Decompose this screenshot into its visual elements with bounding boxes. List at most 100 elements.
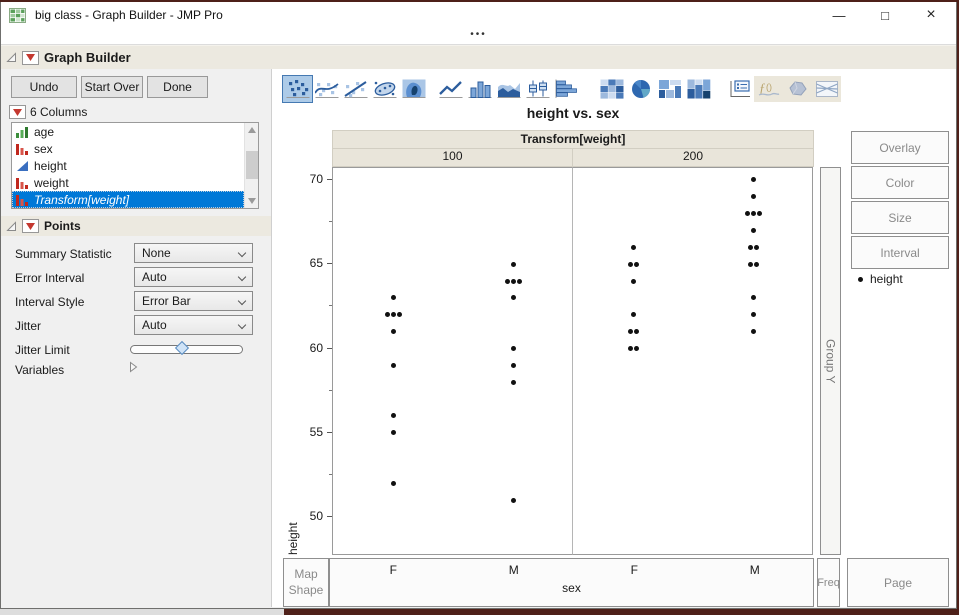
disclosure-triangle-icon[interactable] xyxy=(6,52,17,63)
data-point[interactable] xyxy=(627,261,633,267)
data-point[interactable] xyxy=(627,346,633,351)
plot-panel[interactable] xyxy=(332,167,573,555)
red-triangle-menu-button[interactable] xyxy=(22,50,39,65)
x-axis[interactable]: sex F M F M xyxy=(329,558,814,607)
data-point[interactable] xyxy=(390,312,396,318)
ellipse-icon[interactable] xyxy=(370,76,399,102)
points-red-triangle-button[interactable] xyxy=(22,219,39,233)
maximize-button[interactable]: □ xyxy=(862,2,908,28)
data-point[interactable] xyxy=(751,329,757,335)
jitter-dropdown[interactable]: Auto xyxy=(134,315,253,335)
data-point[interactable] xyxy=(748,261,754,267)
plot-panel[interactable] xyxy=(572,167,813,555)
data-point[interactable] xyxy=(384,312,390,318)
data-point[interactable] xyxy=(630,244,636,250)
scrollbar[interactable] xyxy=(244,123,258,208)
map-shapes-icon[interactable] xyxy=(783,76,812,102)
box-plot-icon[interactable] xyxy=(523,76,552,102)
data-point[interactable] xyxy=(751,312,757,318)
data-point[interactable] xyxy=(511,346,517,351)
scroll-thumb[interactable] xyxy=(246,151,258,179)
data-point[interactable] xyxy=(396,312,402,318)
data-point[interactable] xyxy=(757,211,763,217)
columns-red-triangle-button[interactable] xyxy=(9,105,26,119)
line-of-fit-icon[interactable] xyxy=(341,76,370,102)
data-point[interactable] xyxy=(390,329,396,335)
scroll-down-icon[interactable] xyxy=(245,194,258,208)
summary-statistic-dropdown[interactable]: None xyxy=(134,243,253,263)
data-point[interactable] xyxy=(633,346,639,351)
data-point[interactable] xyxy=(390,413,396,419)
contour-icon[interactable] xyxy=(399,76,428,102)
mosaic-icon[interactable] xyxy=(684,76,713,102)
data-point[interactable] xyxy=(511,295,517,301)
column-item[interactable]: age xyxy=(12,123,244,140)
minimize-button[interactable]: — xyxy=(816,2,862,28)
column-item[interactable]: weight xyxy=(12,174,244,191)
data-point[interactable] xyxy=(754,261,760,267)
close-button[interactable]: × xyxy=(908,2,954,28)
column-item[interactable]: Transform[weight] xyxy=(12,191,244,208)
undo-button[interactable]: Undo xyxy=(11,76,77,98)
data-point[interactable] xyxy=(511,497,517,503)
overlay-drop-zone[interactable]: Overlay xyxy=(851,131,949,164)
group-x-band[interactable]: Transform[weight] xyxy=(332,130,814,149)
y-axis[interactable]: height 50 55 60 65 70 xyxy=(272,167,332,555)
histogram-icon[interactable] xyxy=(552,76,581,102)
disclosure-triangle-icon[interactable] xyxy=(6,220,17,232)
data-point[interactable] xyxy=(511,379,517,385)
data-point[interactable] xyxy=(627,329,633,335)
treemap-icon[interactable] xyxy=(655,76,684,102)
area-icon[interactable] xyxy=(494,76,523,102)
data-point[interactable] xyxy=(633,329,639,335)
size-drop-zone[interactable]: Size xyxy=(851,201,949,234)
data-point[interactable] xyxy=(517,278,523,284)
done-button[interactable]: Done xyxy=(147,76,208,98)
group-level-label[interactable]: 200 xyxy=(573,149,814,167)
variables-disclosure-icon[interactable] xyxy=(129,361,138,376)
smoother-icon[interactable] xyxy=(312,76,341,102)
caption-box-icon[interactable] xyxy=(725,76,754,102)
interval-drop-zone[interactable]: Interval xyxy=(851,236,949,269)
parallel-plot-icon[interactable] xyxy=(812,76,841,102)
data-point[interactable] xyxy=(633,261,639,267)
jitter-limit-slider[interactable] xyxy=(130,340,243,356)
points-icon[interactable] xyxy=(282,75,313,103)
data-point[interactable] xyxy=(511,278,517,284)
column-item[interactable]: height xyxy=(12,157,244,174)
grab-handle[interactable]: ••• xyxy=(470,29,487,40)
data-point[interactable] xyxy=(505,278,511,284)
data-point[interactable] xyxy=(748,244,754,250)
start-over-button[interactable]: Start Over xyxy=(81,76,143,98)
map-shape-drop-zone[interactable]: Map Shape xyxy=(283,558,329,607)
data-point[interactable] xyxy=(751,227,757,233)
data-point[interactable] xyxy=(511,362,517,368)
data-point[interactable] xyxy=(745,211,751,217)
data-point[interactable] xyxy=(751,295,757,301)
pie-icon[interactable] xyxy=(626,76,655,102)
y-axis-title[interactable]: height xyxy=(286,167,300,555)
heatmap-icon[interactable] xyxy=(597,76,626,102)
scroll-up-icon[interactable] xyxy=(245,123,258,137)
group-y-drop-zone[interactable]: Group Y xyxy=(820,167,841,555)
data-point[interactable] xyxy=(630,278,636,284)
slider-thumb[interactable] xyxy=(174,340,190,356)
data-point[interactable] xyxy=(751,211,757,217)
data-point[interactable] xyxy=(751,194,757,200)
formula-icon[interactable]: ƒ() xyxy=(754,76,783,102)
color-drop-zone[interactable]: Color xyxy=(851,166,949,199)
data-point[interactable] xyxy=(390,362,396,368)
group-level-label[interactable]: 100 xyxy=(332,149,573,167)
page-drop-zone[interactable]: Page xyxy=(847,558,949,607)
data-point[interactable] xyxy=(754,244,760,250)
data-point[interactable] xyxy=(630,312,636,318)
data-point[interactable] xyxy=(511,261,517,267)
data-point[interactable] xyxy=(390,430,396,436)
interval-style-dropdown[interactable]: Error Bar xyxy=(134,291,253,311)
column-item[interactable]: sex xyxy=(12,140,244,157)
data-point[interactable] xyxy=(751,177,757,183)
bar-icon[interactable] xyxy=(465,76,494,102)
line-icon[interactable] xyxy=(436,76,465,102)
data-point[interactable] xyxy=(390,295,396,301)
freq-drop-zone[interactable]: Freq xyxy=(817,558,840,607)
